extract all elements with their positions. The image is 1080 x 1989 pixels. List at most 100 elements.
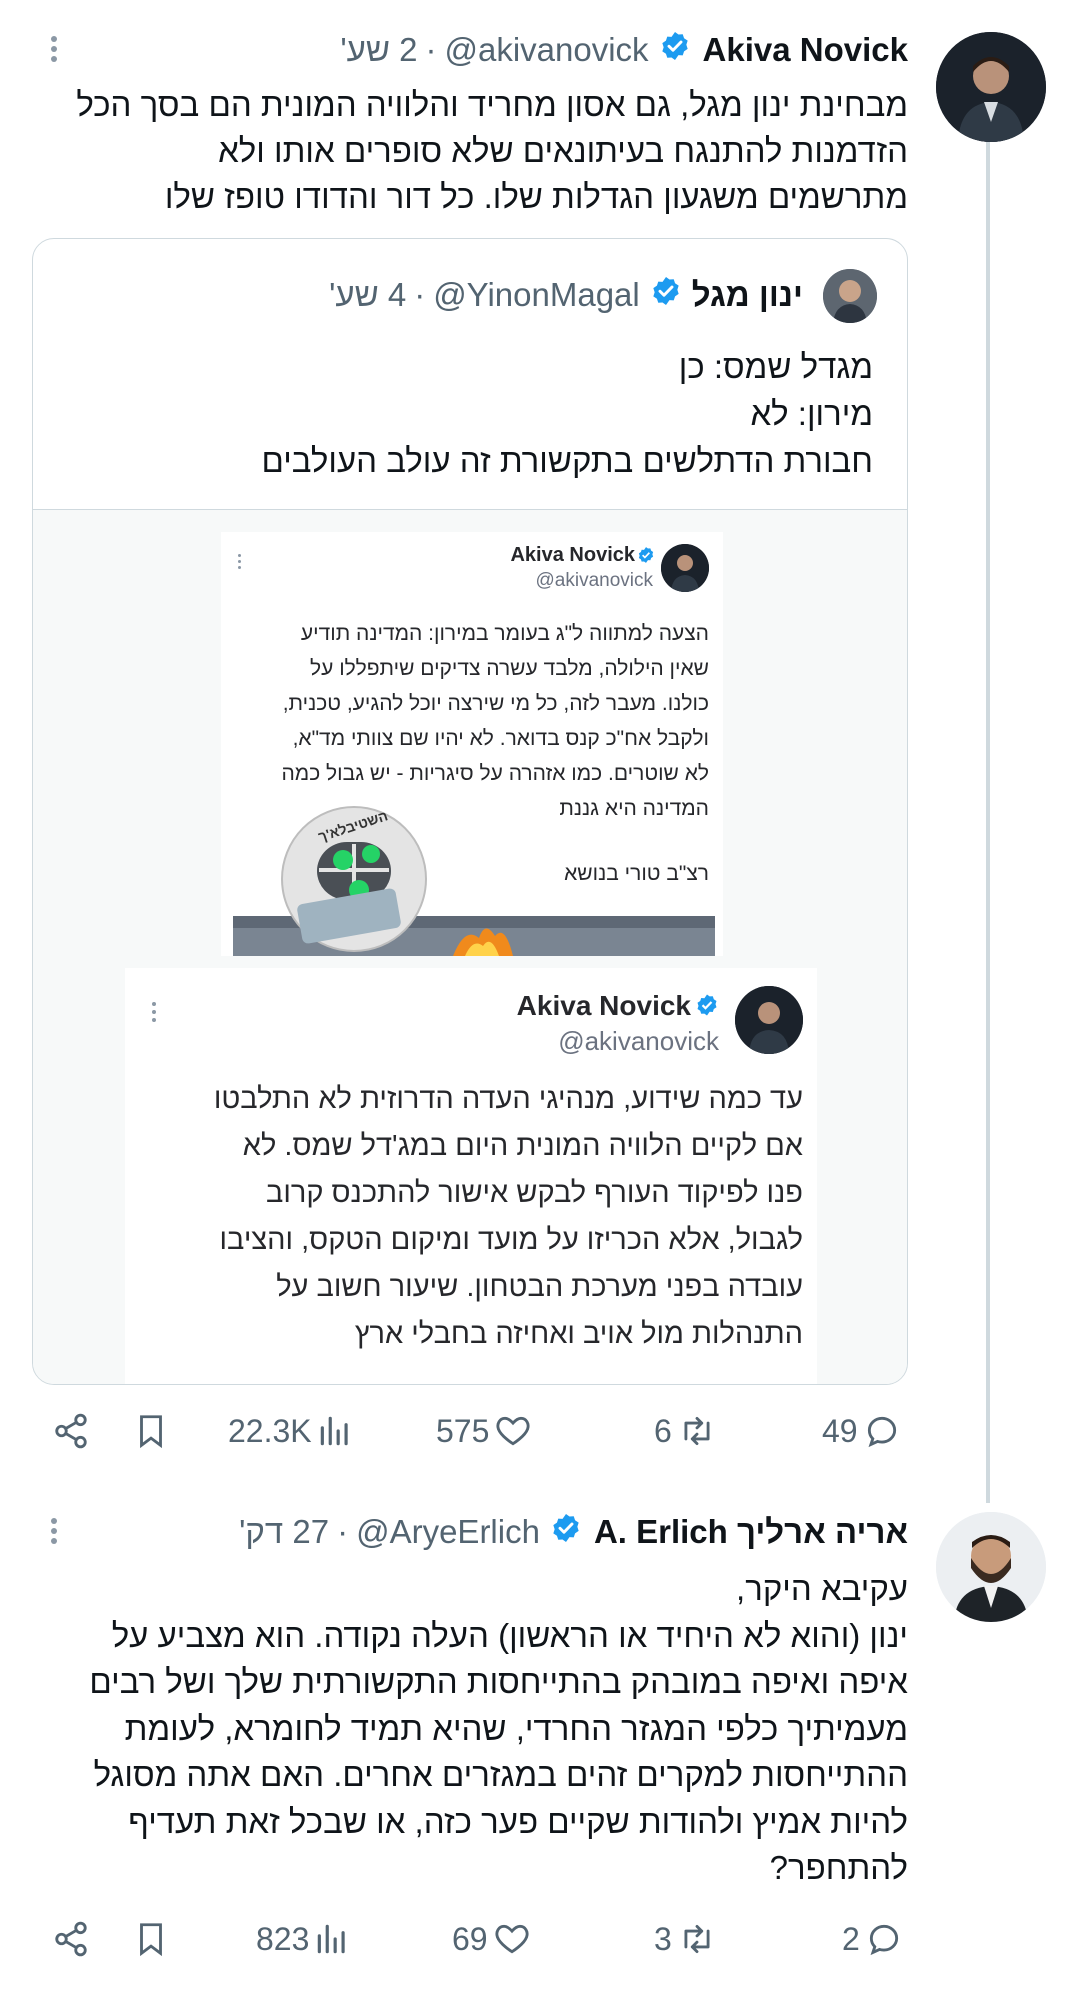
embedded-screenshot-1: Akiva Novick @akivanovick הצעה למתווה ל"… xyxy=(221,532,723,956)
reply-count: 49 xyxy=(822,1412,858,1449)
repost-icon xyxy=(684,1924,710,1954)
tweet-text-line: מתרשמים משגעון הגדלות שלו. כל דור והדודו… xyxy=(164,178,908,215)
handle[interactable]: @AryeErlich xyxy=(356,1513,540,1551)
share-button[interactable] xyxy=(52,1920,90,1958)
reply-icon xyxy=(869,1924,898,1956)
embedded-text: הצעה למתווה ל"ג בעומר במירון: המדינה תוד… xyxy=(281,616,709,826)
embedded-text-line: הצעה למתווה ל"ג בעומר במירון: המדינה תוד… xyxy=(300,622,709,645)
bookmark-button[interactable] xyxy=(132,1412,170,1450)
embedded-text-line: לגבול, אלא הכריזו על מועד ומיקום הטקס, ו… xyxy=(219,1224,803,1256)
reply-icon xyxy=(867,1416,896,1448)
embedded-avatar xyxy=(661,544,709,592)
embedded-avatar xyxy=(735,986,803,1054)
bookmark-button[interactable] xyxy=(132,1920,170,1958)
quote-text-line: מגדל שמס: כן xyxy=(678,348,873,385)
avatar-image xyxy=(936,1512,1046,1622)
repost-count: 6 xyxy=(654,1412,672,1449)
display-name[interactable]: אריה ארליך A. Erlich xyxy=(594,1513,908,1551)
shtibelach-logo: השטיבלא'ך xyxy=(279,804,429,954)
bookmark-icon xyxy=(140,1923,162,1957)
avatar[interactable] xyxy=(936,1512,1046,1622)
repost-button[interactable]: 3 xyxy=(654,1920,718,1958)
tweet-text-line: ינון (והוא לא היחיד או הראשון) העלה נקוד… xyxy=(111,1616,908,1654)
display-name[interactable]: Akiva Novick xyxy=(703,31,908,69)
views-count: 22.3K xyxy=(228,1412,312,1449)
tweet-text-line: להתחפר? xyxy=(769,1849,908,1886)
separator-dot: · xyxy=(337,1513,349,1550)
tweet-text-line: ההתייחסות למקרים זהים במגזרים אחרים. האם… xyxy=(93,1756,908,1793)
views-icon xyxy=(318,1924,346,1954)
like-count: 575 xyxy=(436,1412,490,1449)
quote-timestamp: 4 שע' xyxy=(329,276,407,313)
embedded-text-line: לא שוטרים. כמו אזהרה על סיגריות - יש גבו… xyxy=(281,762,709,785)
timestamp[interactable]: 27 דק' xyxy=(239,1513,329,1551)
verified-badge-icon xyxy=(650,275,682,315)
share-icon xyxy=(55,1413,87,1449)
like-count: 69 xyxy=(452,1920,488,1957)
embedded-handle: @akivanovick xyxy=(535,570,654,591)
tweet-text-line: הזדמנות להתנגח בעיתונאים שלא סופרים אותו… xyxy=(218,132,908,169)
more-dots-icon xyxy=(151,1002,157,1026)
embedded-screenshot-2: Akiva Novick @akivanovick עד כמה שידוע, … xyxy=(125,968,817,1384)
more-dots-icon[interactable] xyxy=(50,1518,58,1548)
tweet-text-line: מבחינת ינון מגל, גם אסון מחריד והלוויה ה… xyxy=(76,86,908,123)
tweet-text-line: להיות אמיץ ולהודות שקיים פער כזה, או שבכ… xyxy=(128,1802,908,1840)
embedded-text-line: התנהלות מול אויב ואחיזה בחבלי ארץ xyxy=(354,1318,803,1350)
embedded-text-line: כולנו. מעבר לזה, כל מי שירצה יוכל להגיע,… xyxy=(282,692,709,715)
embedded-handle: @akivanovick xyxy=(558,1026,719,1056)
views-button[interactable]: 22.3K xyxy=(228,1412,354,1450)
verified-badge-icon xyxy=(550,1512,582,1552)
quote-display-name: ינון מגל xyxy=(691,276,803,313)
embedded-text-line: עובדה בפני מערכת הבטחון. שיעור חשוב על xyxy=(276,1271,803,1303)
views-count: 823 xyxy=(256,1920,310,1957)
quote-text-line: חבורת הדתלשים בתקשורת זה עולב העולבים xyxy=(261,442,873,479)
embedded-text-line: עד כמה שידוע, מנהיגי העדה הדרוזית לא התל… xyxy=(213,1083,803,1115)
bookmark-icon xyxy=(140,1415,162,1449)
avatar[interactable] xyxy=(936,32,1046,142)
verified-badge-icon xyxy=(659,30,691,70)
verified-badge-icon xyxy=(637,546,655,569)
embedded-name: Akiva Novick xyxy=(510,544,635,566)
quoted-tweet-card[interactable]: ינון מגל @YinonMagal · 4 שע' מגדל שמס: כ… xyxy=(32,238,908,1385)
repost-count: 3 xyxy=(654,1920,672,1957)
tweet-header: אריה ארליך A. Erlich @AryeErlich · 27 דק… xyxy=(239,1512,908,1552)
quote-header: ינון מגל @YinonMagal · 4 שע' xyxy=(329,275,803,315)
share-icon xyxy=(55,1921,87,1957)
like-icon xyxy=(495,1924,529,1954)
timestamp[interactable]: 2 שע' xyxy=(340,31,417,69)
quote-text: מגדל שמס: כן מירון: לא חבורת הדתלשים בתק… xyxy=(262,343,873,484)
thread-line xyxy=(986,138,990,1503)
reply-button[interactable]: 2 xyxy=(842,1920,904,1958)
tweet-text-line: עקיבא היקר, xyxy=(736,1570,908,1607)
verified-badge-icon xyxy=(695,993,719,1022)
more-dots-icon[interactable] xyxy=(50,36,58,66)
separator-dot: · xyxy=(414,276,426,313)
embedded-text-line: אם לקיים הלוויה המונית היום במג'דל שמס. … xyxy=(242,1130,803,1162)
reply-button[interactable]: 49 xyxy=(822,1412,902,1450)
embedded-text: עד כמה שידוע, מנהיגי העדה הדרוזית לא התל… xyxy=(214,1076,803,1358)
embedded-text-line: ולקבל אח"כ קנס בדואר. לא יהיו שם צוותי מ… xyxy=(292,727,709,750)
tweet-header: Akiva Novick @akivanovick · 2 שע' xyxy=(340,30,908,70)
quote-avatar xyxy=(823,269,877,323)
like-icon xyxy=(496,1416,530,1446)
tweet-text: מבחינת ינון מגל, גם אסון מחריד והלוויה ה… xyxy=(76,82,908,220)
separator-dot: · xyxy=(425,31,437,68)
views-button[interactable]: 823 xyxy=(256,1920,351,1958)
quote-media[interactable]: Akiva Novick @akivanovick הצעה למתווה ל"… xyxy=(33,509,907,1384)
embedded-name: Akiva Novick xyxy=(516,990,691,1021)
reply-count: 2 xyxy=(842,1920,860,1957)
tweet-text-line: מעמיתיך כלפי המגזר החרדי, שהיא תמיד לחומ… xyxy=(124,1709,908,1747)
action-bar: 823 69 3 2 xyxy=(0,1910,1080,1970)
more-dots-icon xyxy=(237,554,241,573)
views-icon xyxy=(320,1416,348,1446)
quote-text-line: מירון: לא xyxy=(750,395,873,432)
repost-button[interactable]: 6 xyxy=(654,1412,718,1450)
avatar-image xyxy=(936,32,1046,142)
like-button[interactable]: 575 xyxy=(436,1412,533,1450)
repost-icon xyxy=(684,1416,710,1446)
share-button[interactable] xyxy=(52,1412,90,1450)
tweet-text-line: איפה ואיפה במובהק בהתייחסות התקשורתית של… xyxy=(89,1663,908,1700)
handle[interactable]: @akivanovick xyxy=(444,31,648,69)
like-button[interactable]: 69 xyxy=(452,1920,532,1958)
embedded-footer: רצ"ב טורי בנושא xyxy=(564,862,709,885)
